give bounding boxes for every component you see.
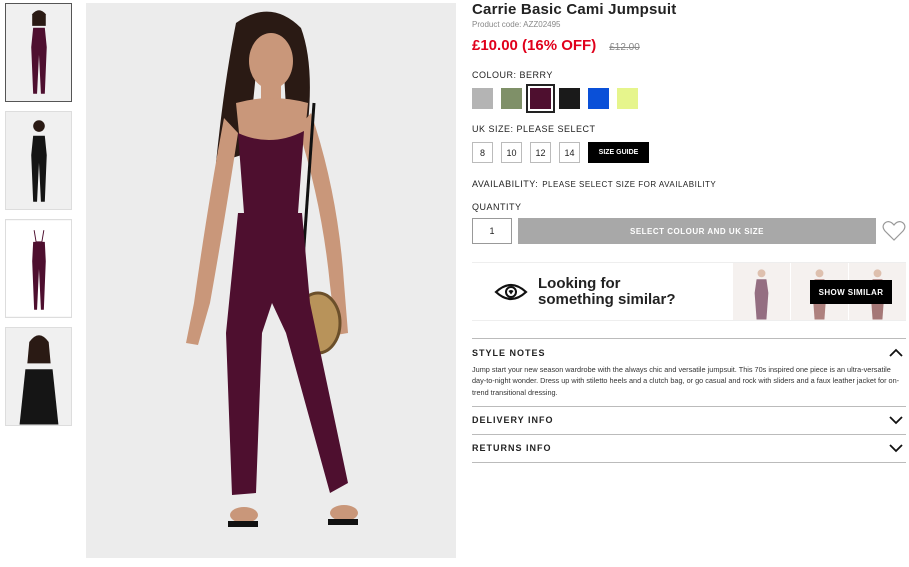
style-notes-title: STYLE NOTES — [472, 347, 546, 358]
colour-label-text: COLOUR: — [472, 70, 520, 80]
flat-garment-image — [6, 220, 71, 317]
delivery-info-section: DELIVERY INFO — [472, 407, 906, 435]
returns-info-title: RETURNS INFO — [472, 443, 552, 454]
size-options: 8 10 12 14 SIZE GUIDE — [472, 142, 906, 163]
thumbnail-1[interactable] — [5, 3, 72, 102]
quantity-label: QUANTITY — [472, 202, 522, 212]
old-price: £12.00 — [609, 42, 640, 53]
similar-banner: Looking for something similar? SHOW SIMI… — [472, 262, 906, 321]
colour-label: COLOUR: BERRY — [472, 70, 906, 80]
model-back-black-image — [6, 112, 71, 209]
availability-label: AVAILABILITY: — [472, 179, 539, 189]
size-option-8[interactable]: 8 — [472, 142, 493, 163]
swatch-grey[interactable] — [472, 88, 493, 109]
thumbnail-gallery — [5, 3, 72, 435]
availability-row: AVAILABILITY: PLEASE SELECT SIZE FOR AVAI… — [472, 179, 906, 189]
size-label: UK SIZE: PLEASE SELECT — [472, 124, 906, 134]
price-row: £10.00 (16% OFF) £12.00 — [472, 37, 906, 54]
swatch-lime[interactable] — [617, 88, 638, 109]
thumbnail-3[interactable] — [5, 219, 72, 318]
swatch-berry[interactable] — [526, 84, 555, 113]
similar-line-2: something similar? — [538, 290, 676, 308]
size-option-14[interactable]: 14 — [559, 142, 580, 163]
delivery-info-title: DELIVERY INFO — [472, 415, 554, 426]
thumbnail-4[interactable] — [5, 327, 72, 426]
thumbnail-2[interactable] — [5, 111, 72, 210]
style-notes-body: Jump start your new season wardrobe with… — [472, 365, 900, 397]
availability-value: PLEASE SELECT SIZE FOR AVAILABILITY — [542, 180, 717, 189]
model-closeup-image — [6, 328, 71, 425]
product-details: Carrie Basic Cami Jumpsuit Product code:… — [472, 0, 906, 463]
swatch-blue[interactable] — [588, 88, 609, 109]
current-price: £10.00 (16% OFF) — [472, 37, 597, 54]
add-to-bag-button[interactable]: SELECT COLOUR AND UK SIZE — [518, 218, 876, 244]
returns-info-section: RETURNS INFO — [472, 435, 906, 463]
colour-value: BERRY — [519, 70, 553, 80]
eye-icon — [494, 283, 528, 300]
chevron-down-icon — [889, 444, 903, 453]
chevron-down-icon — [889, 416, 903, 425]
product-title: Carrie Basic Cami Jumpsuit — [472, 1, 677, 18]
delivery-info-header[interactable]: DELIVERY INFO — [472, 407, 906, 434]
model-in-jumpsuit-illustration — [86, 3, 456, 558]
product-code: Product code: AZZ02495 — [472, 20, 561, 29]
heart-icon[interactable] — [882, 220, 906, 242]
main-product-image[interactable] — [86, 3, 456, 558]
swatch-black[interactable] — [559, 88, 580, 109]
quantity-input[interactable]: 1 — [472, 218, 512, 244]
show-similar-button[interactable]: SHOW SIMILAR — [810, 280, 892, 304]
size-option-12[interactable]: 12 — [530, 142, 551, 163]
model-front-image — [6, 4, 71, 101]
chevron-up-icon — [889, 348, 903, 357]
quantity-row: 1 SELECT COLOUR AND UK SIZE — [472, 218, 906, 244]
swatch-khaki[interactable] — [501, 88, 522, 109]
colour-swatches — [472, 84, 906, 113]
style-notes-header[interactable]: STYLE NOTES — [472, 339, 906, 366]
similar-text: Looking for something similar? — [538, 274, 676, 308]
returns-info-header[interactable]: RETURNS INFO — [472, 435, 906, 462]
size-value: PLEASE SELECT — [516, 124, 596, 134]
similar-line-1: Looking for — [538, 274, 621, 292]
size-label-text: UK SIZE: — [472, 124, 517, 134]
size-option-10[interactable]: 10 — [501, 142, 522, 163]
size-guide-button[interactable]: SIZE GUIDE — [588, 142, 649, 163]
similar-image-1 — [732, 263, 790, 320]
style-notes-section: STYLE NOTES Jump start your new season w… — [472, 338, 906, 407]
